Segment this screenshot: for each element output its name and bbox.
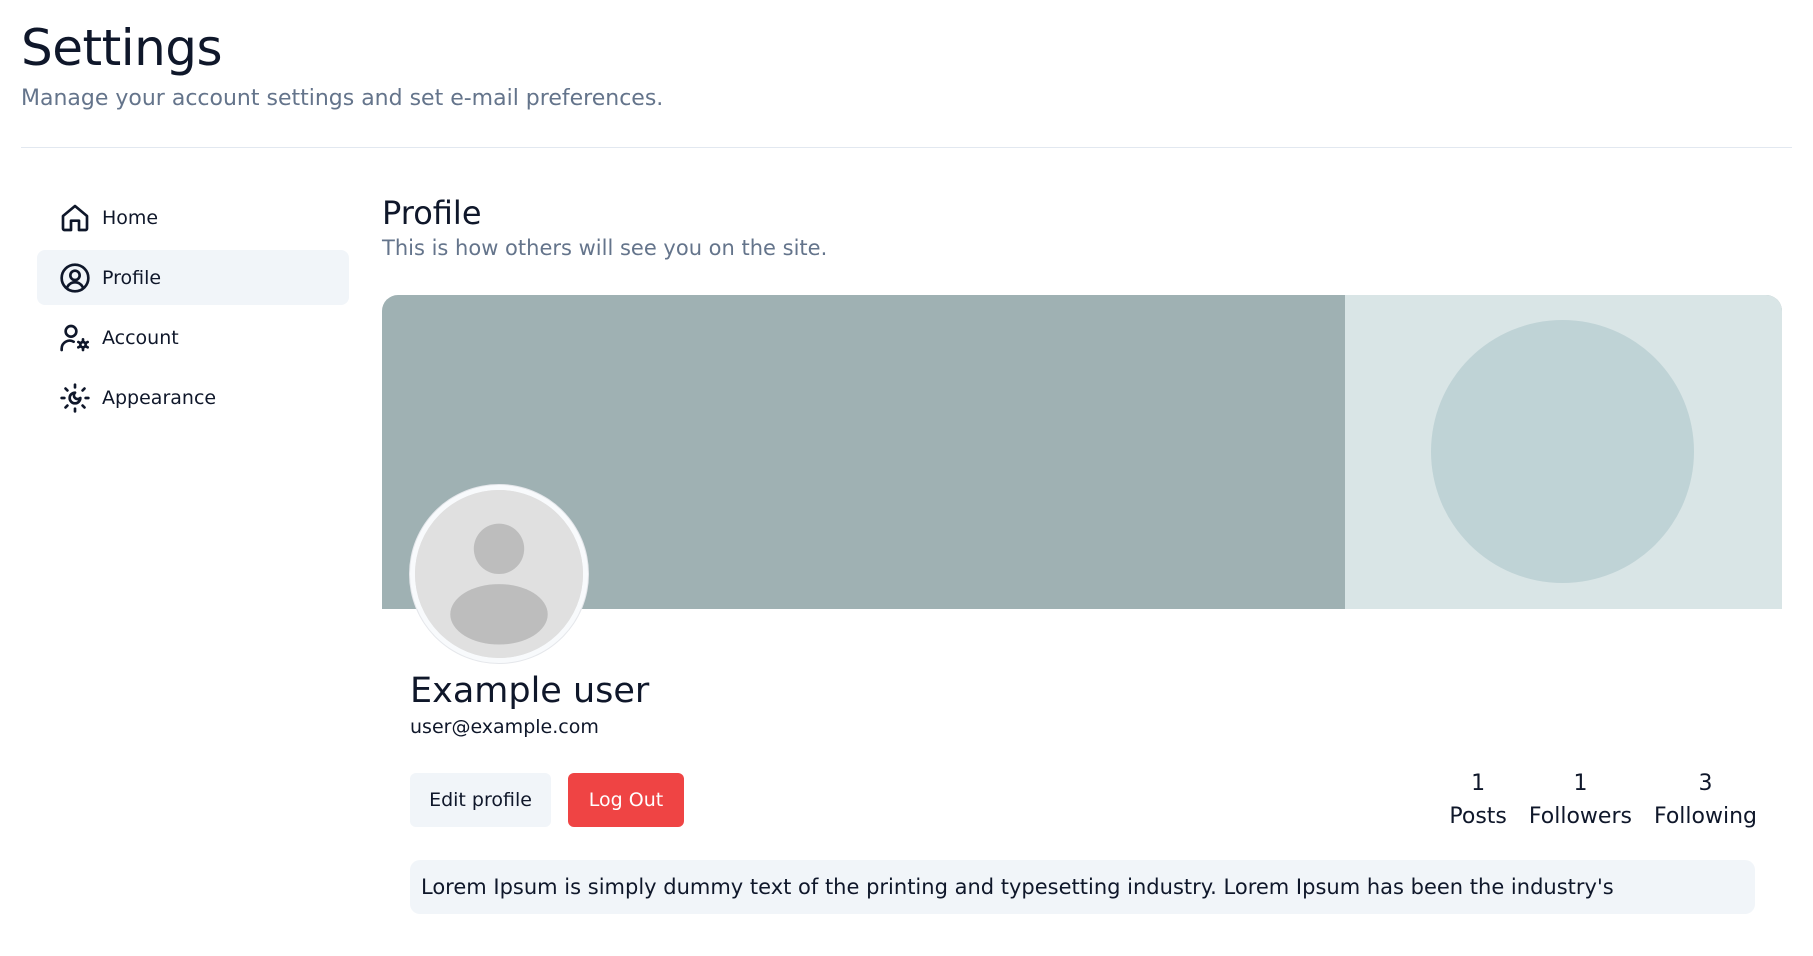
stat-label: Following [1653, 804, 1757, 829]
avatar[interactable] [410, 485, 588, 663]
sidebar-item-label: Appearance [102, 386, 217, 409]
banner-circle-decoration [1431, 320, 1694, 583]
home-icon [59, 202, 91, 234]
page-subtitle: Manage your account settings and set e-m… [21, 86, 664, 111]
stat-label: Posts [1449, 804, 1507, 829]
stat-posts[interactable]: 1 Posts [1449, 768, 1507, 834]
section-title: Profile [382, 194, 482, 232]
sidebar-item-label: Profile [102, 266, 162, 289]
sidebar-item-account[interactable]: Account [37, 310, 349, 365]
sun-moon-icon [59, 382, 91, 414]
profile-bio: Lorem Ipsum is simply dummy text of the … [410, 860, 1755, 914]
user-name: Example user [410, 671, 650, 711]
sidebar-item-appearance[interactable]: Appearance [37, 370, 349, 425]
settings-page: Settings Manage your account settings an… [0, 0, 1813, 956]
sidebar-item-profile[interactable]: Profile [37, 250, 349, 305]
stat-value: 1 [1471, 771, 1486, 796]
edit-profile-button[interactable]: Edit profile [410, 773, 551, 827]
profile-stats: 1 Posts 1 Followers 3 Following [1449, 768, 1757, 834]
sidebar-item-label: Account [102, 326, 179, 349]
page-header: Settings Manage your account settings an… [21, 18, 663, 111]
section-subtitle: This is how others will see you on the s… [382, 236, 828, 260]
page-title: Settings [21, 19, 223, 77]
profile-section: Profile This is how others will see you … [382, 193, 1782, 260]
user-email: user@example.com [410, 716, 599, 738]
sidebar-item-home[interactable]: Home [37, 190, 349, 245]
stat-followers[interactable]: 1 Followers [1529, 768, 1632, 834]
user-cog-icon [59, 322, 91, 354]
settings-sidebar: Home Profile Account Appearance [37, 190, 349, 430]
stat-label: Followers [1528, 804, 1632, 829]
log-out-button[interactable]: Log Out [568, 773, 684, 827]
default-avatar-icon [415, 490, 583, 658]
sidebar-item-label: Home [102, 206, 159, 229]
profile-banner [382, 295, 1782, 609]
banner-image-placeholder [1345, 295, 1782, 609]
stat-value: 3 [1698, 771, 1713, 796]
header-divider [21, 147, 1792, 148]
stat-following[interactable]: 3 Following [1654, 768, 1757, 834]
user-circle-icon [59, 262, 91, 294]
stat-value: 1 [1573, 771, 1588, 796]
